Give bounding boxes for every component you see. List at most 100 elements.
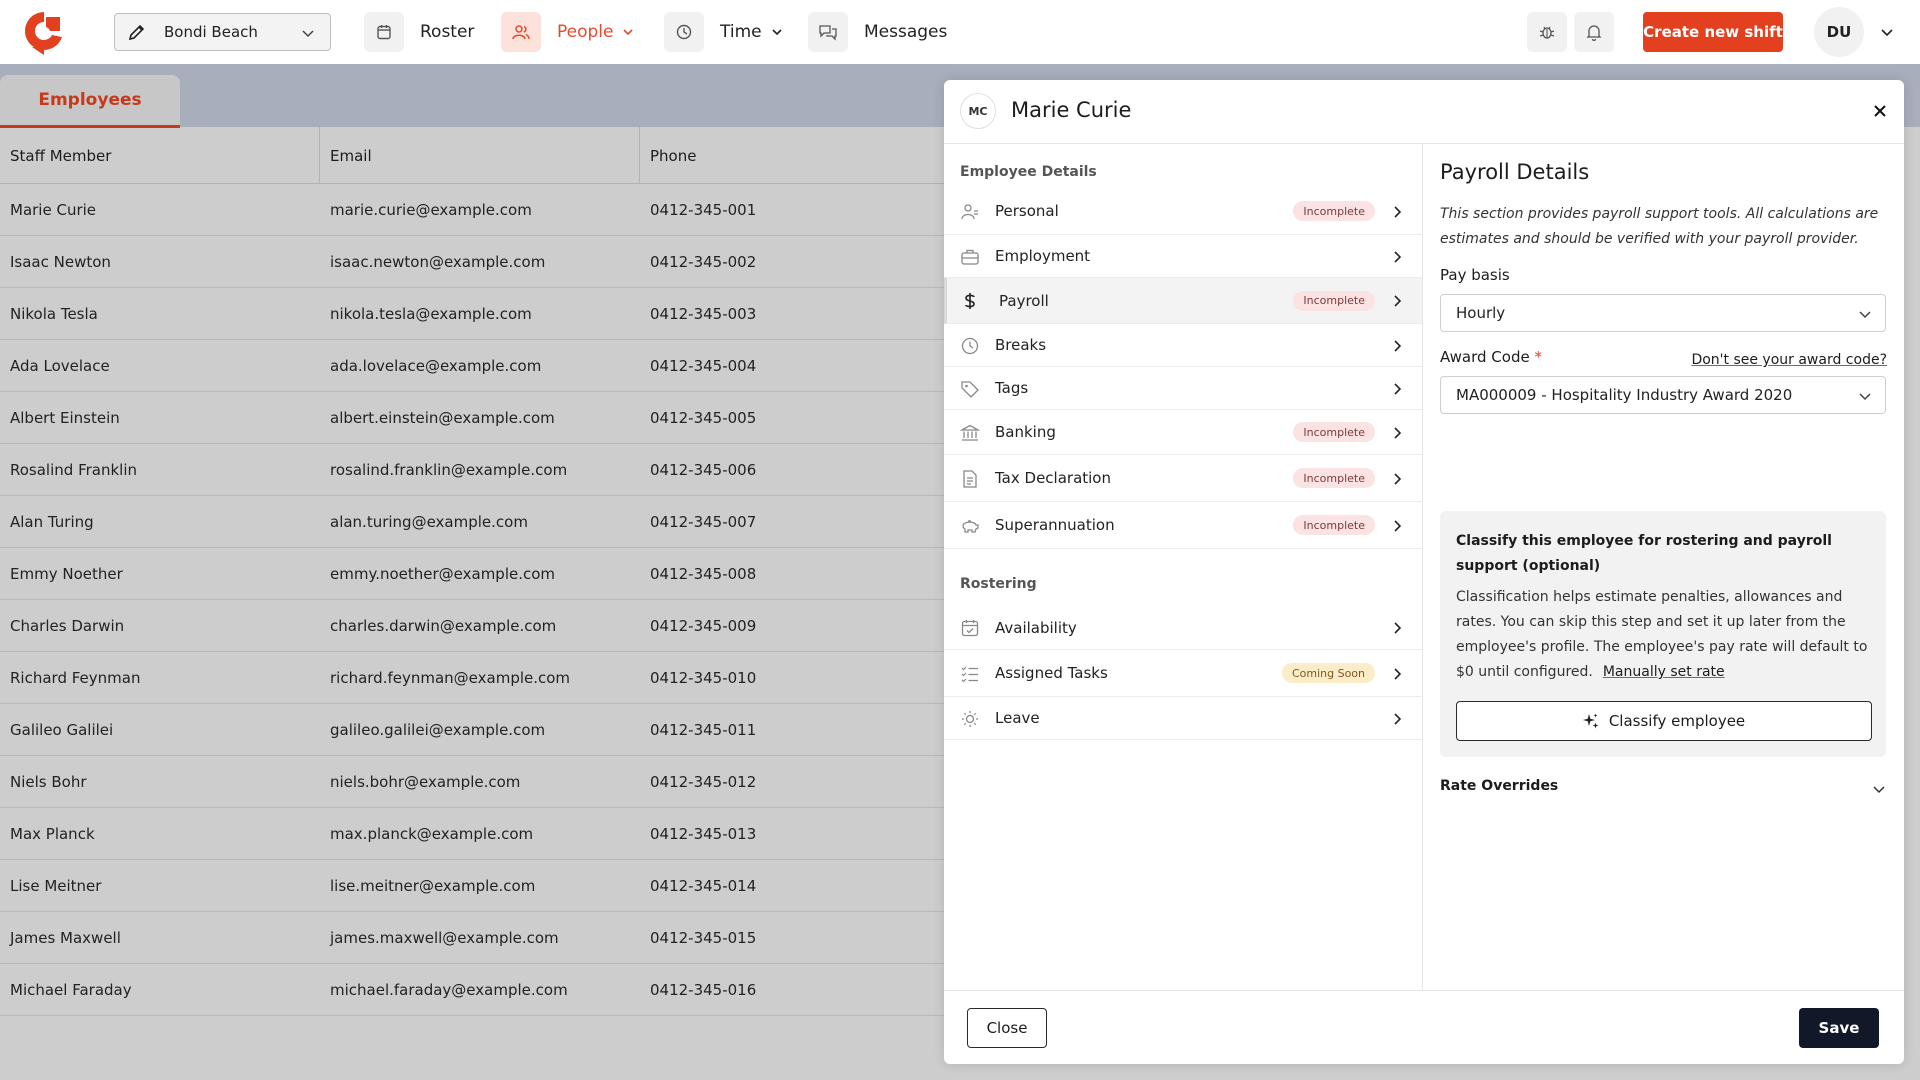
nav-people[interactable]: People xyxy=(501,11,635,53)
checklist-icon xyxy=(961,666,978,683)
chevron-down-icon xyxy=(302,30,314,38)
phone-cell: 0412-345-008 xyxy=(650,565,757,583)
bug-report-button[interactable] xyxy=(1527,12,1567,52)
chevron-right-icon xyxy=(1394,340,1402,352)
chevron-right-icon xyxy=(1394,668,1402,680)
menu-item-label: Availability xyxy=(995,618,1077,637)
classify-employee-button[interactable]: Classify employee xyxy=(1456,701,1872,741)
table-row[interactable]: Emmy Noether emmy.noether@example.com 0412… xyxy=(0,548,944,600)
missing-award-code-link[interactable]: Don't see your award code? xyxy=(1691,352,1887,368)
chevron-down-icon[interactable] xyxy=(1879,24,1895,40)
email-cell: marie.curie@example.com xyxy=(330,201,532,219)
menu-item-availability[interactable]: Availability xyxy=(944,606,1422,650)
phone-cell: 0412-345-013 xyxy=(650,825,757,843)
phone-cell: 0412-345-015 xyxy=(650,929,757,947)
menu-item-superannuation[interactable]: Superannuation Incomplete xyxy=(944,502,1422,549)
status-badge: Incomplete xyxy=(1293,422,1375,442)
pay-basis-select[interactable]: Hourly xyxy=(1440,294,1886,332)
menu-item-label: Banking xyxy=(995,423,1056,441)
table-row[interactable]: James Maxwell james.maxwell@example.com 04… xyxy=(0,912,944,964)
award-code-value: MA000009 - Hospitality Industry Award 20… xyxy=(1456,386,1793,404)
user-avatar[interactable]: DU xyxy=(1814,7,1864,57)
pencil-icon xyxy=(128,24,145,41)
close-button[interactable]: Close xyxy=(967,1008,1047,1048)
phone-cell: 0412-345-006 xyxy=(650,461,757,479)
table-row[interactable]: Michael Faraday michael.faraday@example.c… xyxy=(0,964,944,1016)
payroll-details-panel: Payroll Details This section provides pa… xyxy=(1424,144,1904,990)
table-row[interactable]: Albert Einstein albert.einstein@example.c… xyxy=(0,392,944,444)
award-code-label: Award Code * xyxy=(1440,348,1542,366)
menu-item-tax-declaration[interactable]: Tax Declaration Incomplete xyxy=(944,455,1422,502)
email-cell: niels.bohr@example.com xyxy=(330,773,521,791)
award-code-label-text: Award Code xyxy=(1440,348,1530,366)
table-row[interactable]: Alan Turing alan.turing@example.com 0412-3… xyxy=(0,496,944,548)
classify-employee-card: Classify this employee for rostering and… xyxy=(1440,511,1886,757)
table-row[interactable]: Charles Darwin charles.darwin@example.com… xyxy=(0,600,944,652)
menu-item-tags[interactable]: Tags xyxy=(944,367,1422,410)
email-cell: richard.feynman@example.com xyxy=(330,669,571,687)
table-row[interactable]: Isaac Newton isaac.newton@example.com 0412… xyxy=(0,236,944,288)
person-icon xyxy=(961,204,978,220)
menu-item-label: Breaks xyxy=(995,336,1047,354)
rate-overrides-toggle[interactable]: Rate Overrides xyxy=(1440,778,1558,794)
chevron-right-icon xyxy=(1394,206,1402,218)
clock-icon xyxy=(664,12,704,52)
app-logo-icon[interactable] xyxy=(22,9,66,55)
email-cell: ada.lovelace@example.com xyxy=(330,357,542,375)
messages-icon xyxy=(808,12,848,52)
dollar-icon xyxy=(965,293,975,309)
phone-cell: 0412-345-010 xyxy=(650,669,757,687)
panel-title: Payroll Details xyxy=(1440,160,1590,184)
table-row[interactable]: Ada Lovelace ada.lovelace@example.com 0412… xyxy=(0,340,944,392)
bank-icon xyxy=(960,424,980,441)
menu-item-leave[interactable]: Leave xyxy=(944,697,1422,740)
table-row[interactable]: Galileo Galilei galileo.galilei@example.c… xyxy=(0,704,944,756)
staff-name-cell: Albert Einstein xyxy=(10,409,120,427)
menu-item-breaks[interactable]: Breaks xyxy=(944,324,1422,367)
nav-time-label: Time xyxy=(720,22,762,42)
staff-name-cell: Ada Lovelace xyxy=(10,357,110,375)
chevron-down-icon xyxy=(772,29,782,36)
nav-messages[interactable]: Messages xyxy=(808,11,947,53)
email-cell: michael.faraday@example.com xyxy=(330,981,568,999)
manually-set-rate-link[interactable]: Manually set rate xyxy=(1603,664,1725,680)
column-header-email[interactable]: Email xyxy=(319,127,372,184)
menu-item-banking[interactable]: Banking Incomplete xyxy=(944,410,1422,455)
chevron-down-icon[interactable] xyxy=(1870,780,1888,798)
notifications-button[interactable] xyxy=(1574,12,1614,52)
classify-title: Classify this employee for rostering and… xyxy=(1456,533,1832,574)
table-row[interactable]: Max Planck max.planck@example.com 0412-345… xyxy=(0,808,944,860)
create-new-shift-button[interactable]: Create new shift xyxy=(1643,12,1783,52)
menu-item-employment[interactable]: Employment xyxy=(944,235,1422,278)
nav-messages-label: Messages xyxy=(864,22,948,42)
tab-employees[interactable]: Employees xyxy=(0,75,180,128)
modal-title: Marie Curie xyxy=(1011,98,1132,122)
phone-cell: 0412-345-003 xyxy=(650,305,757,323)
table-row[interactable]: Rosalind Franklin rosalind.franklin@examp… xyxy=(0,444,944,496)
clock-icon xyxy=(961,337,979,355)
nav-time[interactable]: Time xyxy=(664,11,784,53)
document-icon xyxy=(963,470,977,488)
staff-name-cell: James Maxwell xyxy=(10,929,121,947)
column-header-staff[interactable]: Staff Member xyxy=(0,127,111,184)
award-code-select[interactable]: MA000009 - Hospitality Industry Award 20… xyxy=(1440,376,1886,414)
classify-description: Classification helps estimate penalties,… xyxy=(1456,585,1876,685)
nav-roster[interactable]: Roster xyxy=(364,11,474,53)
save-button[interactable]: Save xyxy=(1799,1008,1879,1048)
table-row[interactable]: Richard Feynman richard.feynman@example.c… xyxy=(0,652,944,704)
location-select[interactable]: Bondi Beach xyxy=(114,13,331,51)
menu-item-payroll[interactable]: Payroll Incomplete xyxy=(944,278,1422,324)
menu-item-assigned-tasks[interactable]: Assigned Tasks Coming Soon xyxy=(944,650,1422,697)
staff-name-cell: Marie Curie xyxy=(10,201,97,219)
modal-header: MC Marie Curie xyxy=(944,80,1904,144)
staff-name-cell: Max Planck xyxy=(10,825,95,843)
table-row[interactable]: Marie Curie marie.curie@example.com 0412-3… xyxy=(0,184,944,236)
table-row[interactable]: Niels Bohr niels.bohr@example.com 0412-345… xyxy=(0,756,944,808)
table-row[interactable]: Nikola Tesla nikola.tesla@example.com 0412… xyxy=(0,288,944,340)
chevron-right-icon xyxy=(1394,295,1402,307)
chevron-right-icon xyxy=(1394,713,1402,725)
close-icon[interactable] xyxy=(1870,101,1890,121)
menu-item-personal[interactable]: Personal Incomplete xyxy=(944,188,1422,235)
column-header-phone[interactable]: Phone xyxy=(639,127,696,184)
table-row[interactable]: Lise Meitner lise.meitner@example.com 0412… xyxy=(0,860,944,912)
